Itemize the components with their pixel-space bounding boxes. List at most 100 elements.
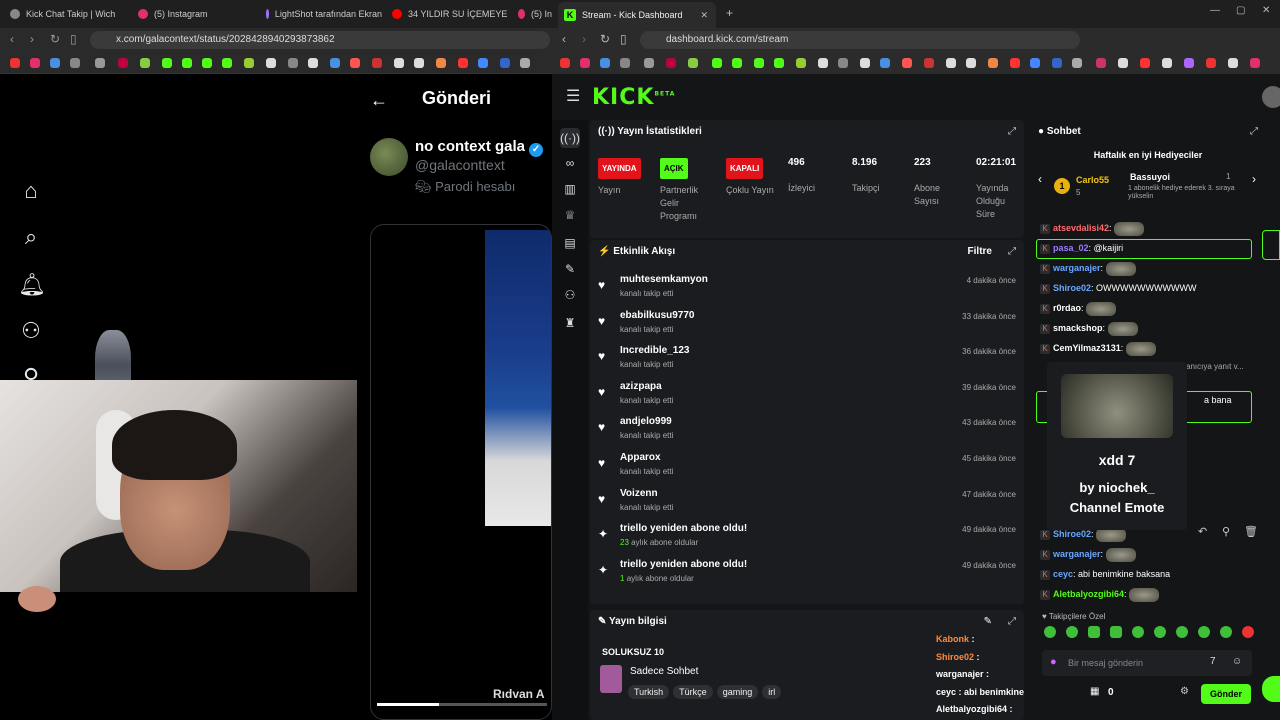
emote-image[interactable] [1105, 547, 1136, 562]
chat-message[interactable]: K CemYilmaz3131: [1040, 340, 1156, 356]
delete-icon[interactable]: 🗑︎ [1244, 525, 1258, 538]
emote-image[interactable] [1129, 587, 1160, 602]
follow-icon[interactable]: ⚇ [18, 318, 44, 344]
popout-icon[interactable]: ⤢ [1250, 126, 1258, 137]
media-icon[interactable]: ▤ [562, 236, 578, 252]
activity-event[interactable]: ✦ triello yeniden abone oldu! 1 aylık abon… [598, 559, 1018, 593]
maximize-icon[interactable]: ▢ [1236, 5, 1245, 16]
activity-event[interactable]: ♥ azizpapa kanalı takip etti 39 dakika önce [598, 381, 1018, 415]
popout-icon[interactable]: ⤢ [1008, 616, 1016, 627]
back-arrow-icon[interactable]: ← [370, 90, 388, 111]
tab-instagram-2[interactable]: (5) In [518, 6, 552, 22]
activity-event[interactable]: ♥ Voizenn kanalı takip etti 47 dakika önce [598, 488, 1018, 522]
reply-icon[interactable]: ↶ [1198, 525, 1207, 538]
chat-message[interactable]: Katsevdalisi42: [1040, 220, 1145, 236]
url-input[interactable]: x.com/galacontext/status/202842894029387… [90, 31, 550, 49]
menu-icon[interactable]: ☰ [566, 86, 580, 106]
tag[interactable]: gaming [716, 685, 759, 699]
tab-youtube[interactable]: 34 YILDIR SU İÇEMEYE [392, 6, 510, 22]
settings-icon[interactable]: ⚙ [1180, 686, 1189, 697]
filter-button[interactable]: Filtre [968, 246, 992, 257]
tag[interactable]: irl [762, 685, 782, 699]
emote-image[interactable] [1125, 341, 1156, 356]
chat-username[interactable]: r0rdao [1053, 303, 1081, 313]
close-window-icon[interactable]: ✕ [1262, 5, 1270, 16]
tab-lightshot[interactable]: LightShot tarafından Ekran [266, 6, 382, 22]
popout-icon[interactable]: ⤢ [1008, 246, 1016, 257]
author-avatar[interactable] [370, 138, 408, 176]
activity-event[interactable]: ♥ Incredible_123 kanalı takip etti 36 dakik… [598, 345, 1018, 379]
minimize-icon[interactable]: — [1210, 5, 1220, 16]
tag[interactable]: Türkçe [673, 685, 713, 699]
search-icon[interactable]: ⌕ [18, 224, 44, 250]
chat-username[interactable]: ceyc [1053, 569, 1073, 579]
popout-icon[interactable]: ⤢ [1008, 126, 1016, 137]
stream-icon[interactable]: ((·)) [560, 128, 580, 148]
emote-image[interactable] [1086, 301, 1117, 316]
chat-message[interactable]: Kpasa_02: @kaijiri [1040, 240, 1123, 256]
forward-icon[interactable]: › [30, 32, 34, 46]
link-icon[interactable]: ∞ [562, 156, 578, 172]
bookmark-icon[interactable]: ▯ [70, 32, 77, 46]
chat-username[interactable]: Shiroe02 [1053, 283, 1091, 293]
trophy-icon[interactable]: ♕ [562, 208, 578, 224]
gifter-name[interactable]: Bassuyoi [1130, 172, 1170, 182]
activity-event[interactable]: ♥ muhtesemkamyon kanalı takip etti 4 dakika… [598, 274, 1018, 308]
author-name[interactable]: no context gala ✓ [415, 138, 544, 157]
tools-icon[interactable]: ✎ [562, 262, 578, 278]
activity-event[interactable]: ♥ Apparox kanalı takip etti 45 dakika önce [598, 452, 1018, 486]
chat-message[interactable]: Ksmackshop: [1040, 320, 1138, 336]
chat-username[interactable]: smackshop [1053, 323, 1103, 333]
author-handle[interactable]: @galaconttext [415, 157, 505, 173]
emote-image[interactable] [1105, 261, 1136, 276]
chat-message[interactable]: Kwarganajer: [1040, 546, 1136, 562]
chat-username[interactable]: warganajer [1053, 549, 1101, 559]
chat-username[interactable]: atsevdalisi42 [1053, 223, 1109, 233]
notifications-icon[interactable]: 🔔︎ [18, 272, 46, 298]
post-video[interactable]: Rıdvan A [370, 224, 552, 720]
emoji-icon[interactable]: ☺ [1232, 656, 1242, 667]
bookmark-icon[interactable]: ▯ [620, 32, 627, 46]
activity-event[interactable]: ♥ ebabilkusu9770 kanalı takip etti 33 dakik… [598, 310, 1018, 344]
url-input[interactable]: dashboard.kick.com/stream [640, 31, 1080, 49]
analytics-icon[interactable]: ▥ [562, 182, 578, 198]
activity-event[interactable]: ♥ andjelo999 kanalı takip etti 43 dakika ön… [598, 416, 1018, 450]
moderation-icon[interactable]: ♜ [562, 316, 578, 332]
send-button[interactable]: Gönder [1201, 684, 1251, 704]
side-action-button[interactable] [1262, 676, 1280, 702]
reload-icon[interactable]: ↻ [50, 32, 60, 46]
chat-input[interactable]: ● Bir mesaj gönderin 7 ☺ [1042, 650, 1252, 676]
edit-icon[interactable]: ✎ [984, 616, 992, 627]
video-progress-bar[interactable] [377, 703, 547, 706]
chat-username[interactable]: Shiroe02 [1053, 529, 1091, 539]
tab-instagram[interactable]: (5) Instagram [138, 6, 256, 22]
close-tab-icon[interactable]: ✕ [700, 10, 708, 21]
chat-message[interactable]: Kr0rdao: [1040, 300, 1117, 316]
chevron-left-icon[interactable]: ‹ [1038, 172, 1042, 186]
chat-username[interactable]: Aletbalyozgibi64 [1053, 589, 1124, 599]
pin-icon[interactable]: ⚲ [1222, 525, 1230, 538]
community-icon[interactable]: ⚇ [562, 288, 578, 304]
chat-message[interactable]: K Aletbalyozgibi64: [1040, 586, 1160, 602]
back-icon[interactable]: ‹ [10, 32, 14, 46]
kick-logo[interactable]: KICKBETA [592, 85, 675, 110]
chat-username[interactable]: pasa_02 [1053, 243, 1089, 253]
back-icon[interactable]: ‹ [562, 32, 566, 46]
chat-username[interactable]: warganajer [1053, 263, 1101, 273]
home-icon[interactable]: ⌂ [18, 178, 44, 204]
emote-image[interactable] [1107, 321, 1138, 336]
7tv-icon[interactable]: 7 [1210, 656, 1216, 667]
gifter-name[interactable]: Carlo55 [1076, 175, 1109, 185]
tab-kick-chat[interactable]: Kick Chat Takip | Wich [10, 6, 130, 22]
forward-icon[interactable]: › [582, 32, 586, 46]
chat-message[interactable]: K Shiroe02: OWWWWWWWWWWW [1040, 280, 1197, 296]
new-tab-icon[interactable]: + [726, 6, 733, 20]
mic-icon[interactable]: ● [1050, 656, 1057, 668]
activity-event[interactable]: ✦ triello yeniden abone oldu! 23 aylık abo… [598, 523, 1018, 557]
reload-icon[interactable]: ↻ [600, 32, 610, 46]
chevron-right-icon[interactable]: › [1252, 172, 1256, 186]
emote-image[interactable] [1114, 221, 1145, 236]
tag[interactable]: Turkish [628, 685, 670, 699]
tab-kick-dashboard[interactable]: K Stream - Kick Dashboard ✕ [558, 2, 716, 28]
gift-icon[interactable]: ▦ [1090, 686, 1099, 697]
